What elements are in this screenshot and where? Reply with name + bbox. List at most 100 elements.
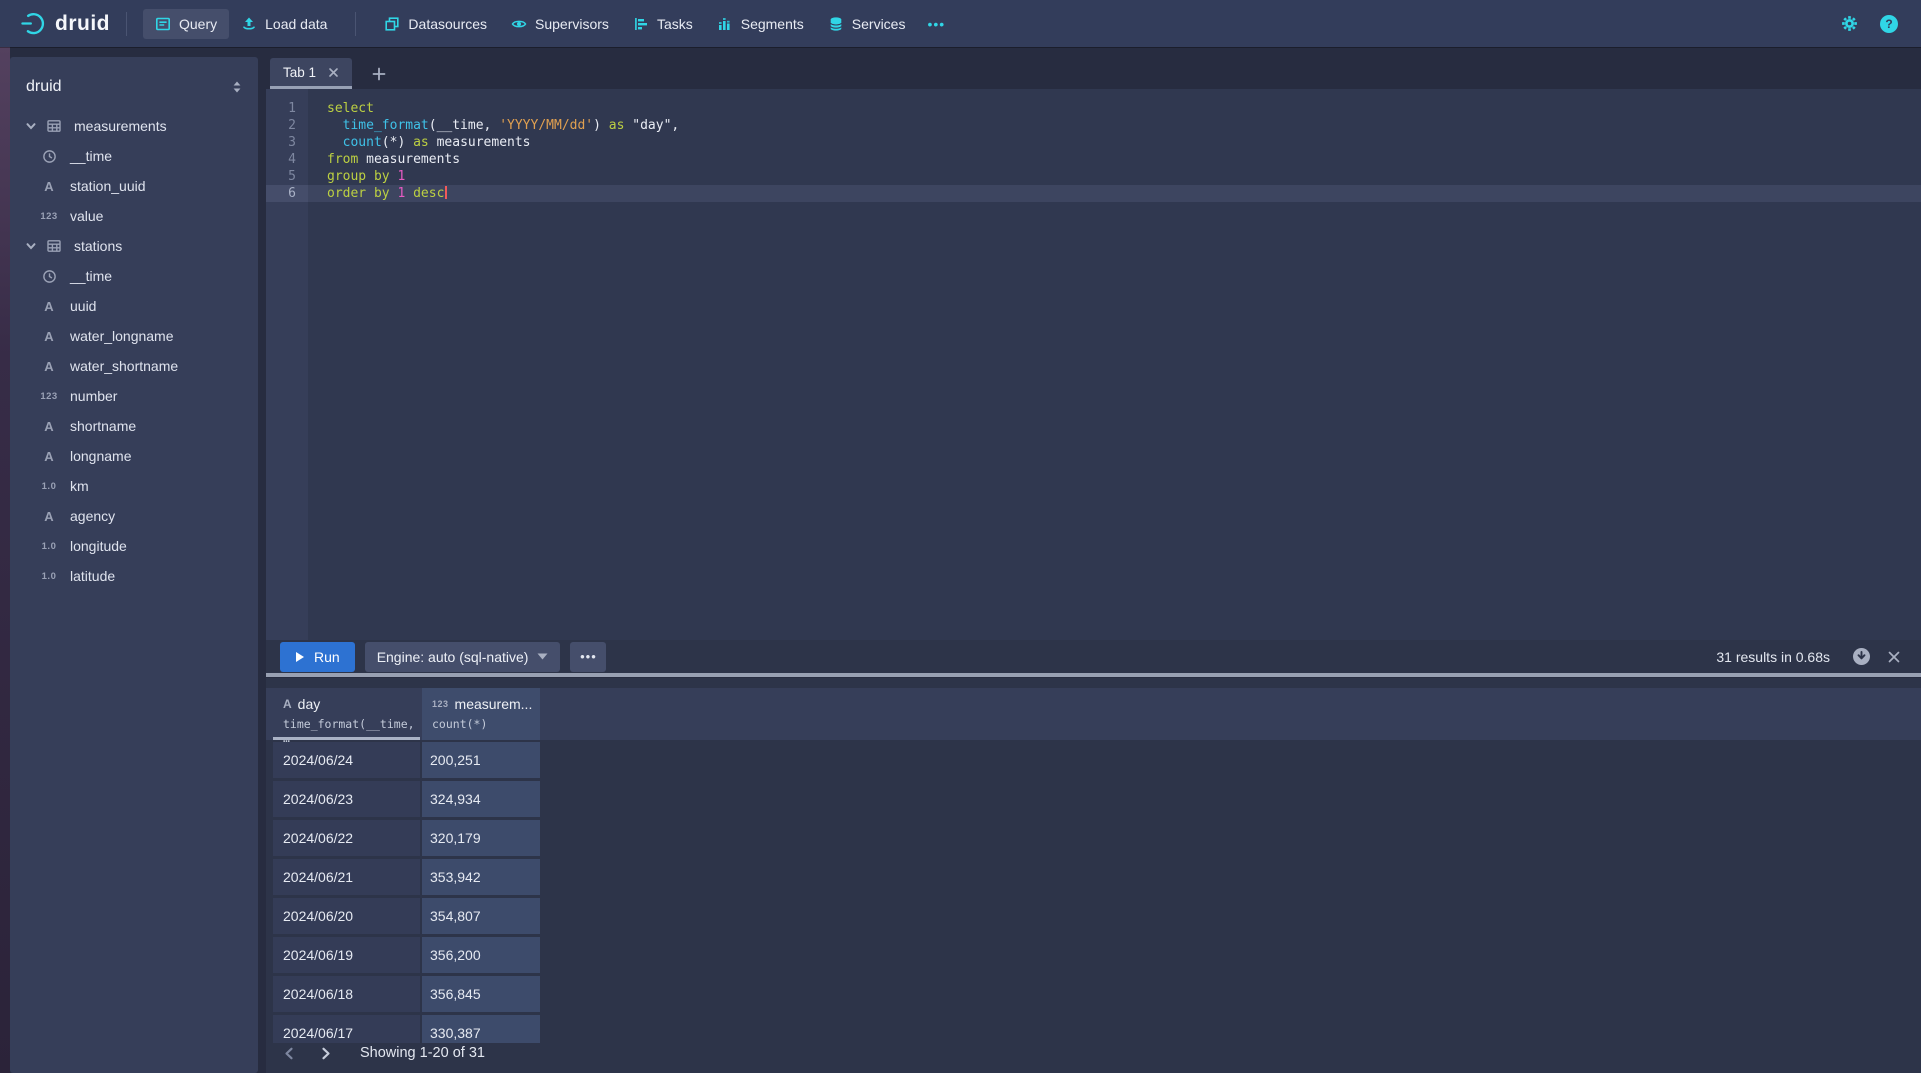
column-label: number xyxy=(70,388,117,404)
eye-icon xyxy=(511,16,527,32)
table-row: 2024/06/18 356,845 xyxy=(266,976,1921,1012)
column-label: __time xyxy=(70,148,112,164)
nav-item-load-data[interactable]: Load data xyxy=(229,9,339,39)
cell-count[interactable]: 320,179 xyxy=(422,820,540,856)
cell-day[interactable]: 2024/06/22 xyxy=(273,820,420,856)
column-name: day xyxy=(298,696,321,712)
nav-more-button[interactable]: ••• xyxy=(917,9,955,39)
string-type-icon: A xyxy=(44,179,53,194)
tree-column-water-longname[interactable]: A water_longname xyxy=(10,321,258,351)
tab-1[interactable]: Tab 1 xyxy=(270,58,352,89)
column-label: __time xyxy=(70,268,112,284)
settings-gear-button[interactable] xyxy=(1840,14,1859,33)
column-label: water_longname xyxy=(70,328,174,344)
run-bar: Run Engine: auto (sql-native) ••• 31 res… xyxy=(266,640,1921,673)
cell-day[interactable]: 2024/06/23 xyxy=(273,781,420,817)
new-tab-button[interactable] xyxy=(368,63,390,85)
next-page-button[interactable] xyxy=(314,1042,336,1064)
tree-column-time[interactable]: __time xyxy=(10,261,258,291)
tree-column-longname[interactable]: A longname xyxy=(10,441,258,471)
tree-column-water-shortname[interactable]: A water_shortname xyxy=(10,351,258,381)
tree-column-time[interactable]: __time xyxy=(10,141,258,171)
tree-column-number[interactable]: 123 number xyxy=(10,381,258,411)
gantt-icon xyxy=(633,16,649,32)
close-results-button[interactable] xyxy=(1887,650,1901,664)
cell-count[interactable]: 324,934 xyxy=(422,781,540,817)
engine-select-button[interactable]: Engine: auto (sql-native) xyxy=(365,642,561,672)
code-line-4: from measurements xyxy=(308,151,1921,168)
nav-item-label: Segments xyxy=(741,16,804,32)
nav-item-supervisors[interactable]: Supervisors xyxy=(499,9,621,39)
nav-item-datasources[interactable]: Datasources xyxy=(372,9,499,39)
number-type-icon: 123 xyxy=(40,211,57,222)
cell-day[interactable]: 2024/06/18 xyxy=(273,976,420,1012)
cell-day[interactable]: 2024/06/20 xyxy=(273,898,420,934)
run-more-button[interactable]: ••• xyxy=(570,642,606,672)
column-header-day[interactable]: A day time_format(__time, … xyxy=(273,688,420,740)
top-navbar: druid Query Load data Datasources xyxy=(0,0,1921,47)
nav-item-label: Datasources xyxy=(408,16,487,32)
nav-item-query[interactable]: Query xyxy=(143,9,229,39)
pagination: Showing 1-20 of 31 xyxy=(278,1042,485,1064)
string-type-icon: A xyxy=(44,509,53,524)
string-type-icon: A xyxy=(44,359,53,374)
nav-item-label: Query xyxy=(179,16,217,32)
cell-count[interactable]: 356,200 xyxy=(422,937,540,973)
cell-day[interactable]: 2024/06/24 xyxy=(273,742,420,778)
previous-page-button[interactable] xyxy=(278,1042,300,1064)
tree-column-station-uuid[interactable]: A station_uuid xyxy=(10,171,258,201)
tree-column-uuid[interactable]: A uuid xyxy=(10,291,258,321)
database-icon xyxy=(828,16,844,32)
schema-header[interactable]: druid xyxy=(10,71,258,103)
tree-column-agency[interactable]: A agency xyxy=(10,501,258,531)
query-tabbar: Tab 1 xyxy=(270,58,390,89)
sql-editor[interactable]: 1 2 3 4 5 6 select time_format(__time, '… xyxy=(266,89,1921,640)
cell-day[interactable]: 2024/06/17 xyxy=(273,1015,420,1043)
cell-count[interactable]: 356,845 xyxy=(422,976,540,1012)
tree-column-longitude[interactable]: 1.0 longitude xyxy=(10,531,258,561)
tab-close-icon[interactable] xyxy=(328,67,339,78)
column-label: longitude xyxy=(70,538,127,554)
cell-count[interactable]: 354,807 xyxy=(422,898,540,934)
schema-sidebar: druid measurements __time A station_uuid xyxy=(10,57,258,1073)
number-type-icon: 123 xyxy=(40,391,57,402)
download-results-button[interactable] xyxy=(1852,647,1871,666)
table-label: measurements xyxy=(74,118,167,134)
number-type-icon: 123 xyxy=(432,699,449,709)
nav-item-segments[interactable]: Segments xyxy=(705,9,816,39)
table-row: 2024/06/21 353,942 xyxy=(266,859,1921,895)
editor-code[interactable]: select time_format(__time, 'YYYY/MM/dd')… xyxy=(308,89,1921,640)
bar-chart-icon xyxy=(717,16,733,32)
run-button[interactable]: Run xyxy=(280,642,355,672)
help-button[interactable]: ? xyxy=(1879,14,1899,34)
column-header-measurements[interactable]: 123 measurem... count(*) xyxy=(422,688,540,740)
cell-count[interactable]: 200,251 xyxy=(422,742,540,778)
tree-column-latitude[interactable]: 1.0 latitude xyxy=(10,561,258,591)
string-type-icon: A xyxy=(44,419,53,434)
upload-icon xyxy=(241,16,257,32)
line-number-active: 6 xyxy=(266,185,308,202)
string-type-icon: A xyxy=(44,449,53,464)
tree-column-km[interactable]: 1.0 km xyxy=(10,471,258,501)
tree-table-measurements[interactable]: measurements xyxy=(10,111,258,141)
cell-count[interactable]: 353,942 xyxy=(422,859,540,895)
druid-logo[interactable]: druid xyxy=(20,10,110,37)
tree-table-stations[interactable]: stations xyxy=(10,231,258,261)
cell-count[interactable]: 330,387 xyxy=(422,1015,540,1043)
chevron-down-icon xyxy=(20,240,42,252)
float-type-icon: 1.0 xyxy=(42,481,57,492)
column-label: station_uuid xyxy=(70,178,146,194)
results-rows: 2024/06/24 200,251 2024/06/23 324,934 20… xyxy=(266,742,1921,1043)
nav-item-label: Supervisors xyxy=(535,16,609,32)
nav-item-tasks[interactable]: Tasks xyxy=(621,9,705,39)
line-number: 2 xyxy=(266,117,308,134)
panel-resize-handle[interactable] xyxy=(266,673,1921,677)
nav-item-services[interactable]: Services xyxy=(816,9,918,39)
cell-day[interactable]: 2024/06/21 xyxy=(273,859,420,895)
tree-column-shortname[interactable]: A shortname xyxy=(10,411,258,441)
druid-logo-icon xyxy=(20,10,47,37)
line-number: 5 xyxy=(266,168,308,185)
double-caret-icon[interactable] xyxy=(230,79,244,95)
cell-day[interactable]: 2024/06/19 xyxy=(273,937,420,973)
tree-column-value[interactable]: 123 value xyxy=(10,201,258,231)
